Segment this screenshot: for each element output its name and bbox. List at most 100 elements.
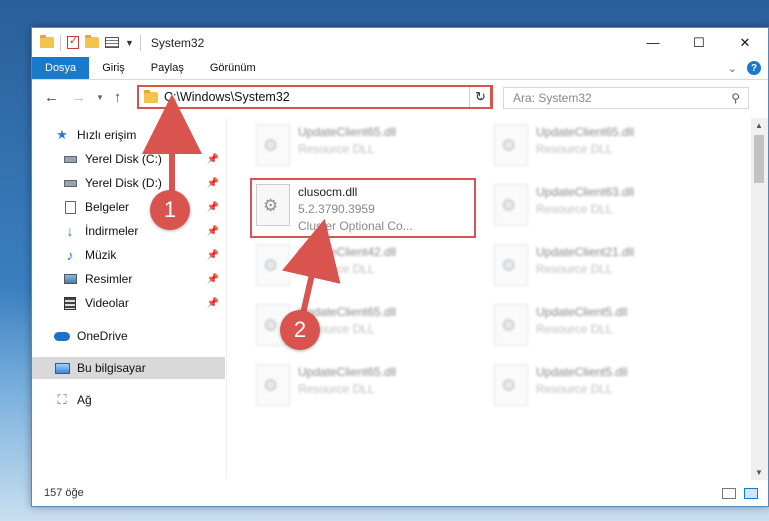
search-icon[interactable]: ⚲ <box>731 91 740 105</box>
sidebar-item-this-pc[interactable]: Bu bilgisayar <box>32 357 225 379</box>
dll-file-icon <box>494 184 528 226</box>
dll-file-icon <box>256 364 290 406</box>
expand-ribbon-chevron-icon[interactable]: ⌄ <box>728 62 737 75</box>
step-1-badge: 1 <box>150 190 190 230</box>
address-path[interactable]: C:\Windows\System32 <box>164 90 290 104</box>
file-name: UpdateClient21.dll <box>536 245 635 259</box>
sidebar-item-label: İndirmeler <box>85 224 139 238</box>
pin-icon[interactable]: 📌 <box>207 274 219 285</box>
file-description: Resource DLL <box>298 262 375 276</box>
file-tile[interactable]: UpdateClient63.dll Resource DLL <box>490 180 710 236</box>
dll-file-icon <box>494 244 528 286</box>
recent-locations-chevron-icon[interactable]: ▼ <box>96 93 104 102</box>
minimize-button[interactable]: — <box>630 28 676 57</box>
search-box[interactable]: Ara: System32 ⚲ <box>503 87 749 109</box>
sidebar-item-network[interactable]: ⛶ Ağ <box>32 389 225 411</box>
sidebar-item-quick-access[interactable]: ★ Hızlı erişim <box>32 124 225 146</box>
network-icon: ⛶ <box>57 392 67 407</box>
properties-check-icon[interactable] <box>67 34 79 49</box>
file-tile[interactable]: UpdateClient21.dll Resource DLL <box>490 240 710 296</box>
file-description: Resource DLL <box>536 262 613 276</box>
customize-toolbar-chevron-icon[interactable]: ▼ <box>125 38 134 48</box>
sidebar-item-label: Müzik <box>85 248 117 262</box>
sidebar-item-videos[interactable]: Videolar 📌 <box>32 292 225 314</box>
sidebar-item-label: Yerel Disk (D:) <box>85 176 162 190</box>
item-count: 157 öğe <box>44 487 84 499</box>
file-tile[interactable]: UpdateClient5.dll Resource DLL <box>490 360 710 416</box>
close-button[interactable]: ✕ <box>722 28 768 57</box>
file-tile[interactable]: UpdateClient65.dll Resource DLL <box>490 120 710 176</box>
sidebar-item-music[interactable]: ♪ Müzik 📌 <box>32 244 225 266</box>
file-description: Resource DLL <box>536 322 613 336</box>
folder-icon <box>144 89 158 103</box>
file-tile[interactable]: UpdateClient42.dll Resource DLL <box>252 240 472 296</box>
pin-icon[interactable]: 📌 <box>207 226 219 237</box>
navigation-pane: ★ Hızlı erişim Yerel Disk (C:) 📌 Yerel D… <box>32 118 227 478</box>
sidebar-item-pictures[interactable]: Resimler 📌 <box>32 268 225 290</box>
sidebar-item-downloads[interactable]: ↓ İndirmeler 📌 <box>32 220 225 242</box>
up-arrow-icon[interactable]: ↑ <box>114 89 122 106</box>
back-arrow-icon[interactable]: ← <box>44 89 59 106</box>
sidebar-item-label: Ağ <box>77 393 92 407</box>
help-icon[interactable]: ? <box>747 61 761 75</box>
maximize-button[interactable]: ☐ <box>676 28 722 57</box>
sidebar-item-label: Bu bilgisayar <box>77 361 146 375</box>
pin-icon[interactable]: 📌 <box>207 298 219 309</box>
file-tile[interactable]: UpdateClient5.dll Resource DLL <box>490 300 710 356</box>
file-tile[interactable]: UpdateClient65.dll Resource DLL <box>252 120 472 176</box>
star-icon: ★ <box>56 127 68 142</box>
document-icon <box>62 200 78 214</box>
sidebar-item-local-disk-d[interactable]: Yerel Disk (D:) 📌 <box>32 172 225 194</box>
onedrive-icon <box>54 331 70 341</box>
title-bar: ▼ System32 — ☐ ✕ <box>32 28 768 57</box>
scroll-up-arrow-icon[interactable]: ▲ <box>755 121 763 130</box>
dll-file-icon <box>494 124 528 166</box>
file-name: UpdateClient63.dll <box>536 185 635 199</box>
status-bar: 157 öğe <box>32 480 768 506</box>
file-name: UpdateClient5.dll <box>536 305 628 319</box>
file-description: Resource DLL <box>536 382 613 396</box>
ribbon-right-controls: ⌄ ? <box>728 57 768 79</box>
file-name: UpdateClient65.dll <box>298 365 397 379</box>
file-name: UpdateClient42.dll <box>298 245 397 259</box>
tab-home[interactable]: Giriş <box>89 57 138 79</box>
step-2-badge: 2 <box>280 310 320 350</box>
download-icon: ↓ <box>66 223 74 239</box>
window-title: System32 <box>150 35 205 50</box>
tab-view[interactable]: Görünüm <box>197 57 269 79</box>
vertical-scrollbar[interactable]: ▲ ▼ <box>751 118 768 480</box>
new-folder-icon[interactable] <box>85 35 99 48</box>
dll-file-icon <box>256 244 290 286</box>
properties-icon[interactable] <box>105 37 119 48</box>
sidebar-item-label: Hızlı erişim <box>77 128 137 142</box>
folder-icon <box>40 35 54 48</box>
sidebar-item-label: OneDrive <box>77 329 128 343</box>
file-name: UpdateClient65.dll <box>298 125 397 139</box>
drive-icon <box>62 179 78 187</box>
file-name: UpdateClient65.dll <box>536 125 635 139</box>
sidebar-item-documents[interactable]: Belgeler 📌 <box>32 196 225 218</box>
pin-icon[interactable]: 📌 <box>207 250 219 261</box>
file-highlight-frame <box>250 178 476 238</box>
large-icons-view-icon[interactable] <box>744 487 758 499</box>
forward-arrow-icon[interactable]: → <box>71 89 86 106</box>
pin-icon[interactable]: 📌 <box>207 178 219 189</box>
tab-file[interactable]: Dosya <box>32 57 90 79</box>
toolbar-divider <box>60 34 61 51</box>
sidebar-item-onedrive[interactable]: OneDrive <box>32 325 225 347</box>
pin-icon[interactable]: 📌 <box>207 202 219 213</box>
scroll-down-arrow-icon[interactable]: ▼ <box>755 468 763 477</box>
pictures-icon <box>62 274 78 284</box>
refresh-icon[interactable]: ↻ <box>469 87 491 107</box>
tab-share[interactable]: Paylaş <box>138 57 197 79</box>
file-tile[interactable]: UpdateClient65.dll Resource DLL <box>252 360 472 416</box>
toolbar-divider <box>139 34 141 51</box>
sidebar-item-local-disk-c[interactable]: Yerel Disk (C:) 📌 <box>32 148 225 170</box>
details-view-icon[interactable] <box>722 487 736 499</box>
search-input[interactable]: Ara: System32 <box>513 91 592 105</box>
address-bar[interactable]: C:\Windows\System32 ⌄ <box>137 85 492 109</box>
scrollbar-thumb[interactable] <box>754 135 764 183</box>
video-icon <box>62 296 78 310</box>
quick-access-toolbar: ▼ <box>40 34 141 51</box>
pin-icon[interactable]: 📌 <box>207 154 219 165</box>
